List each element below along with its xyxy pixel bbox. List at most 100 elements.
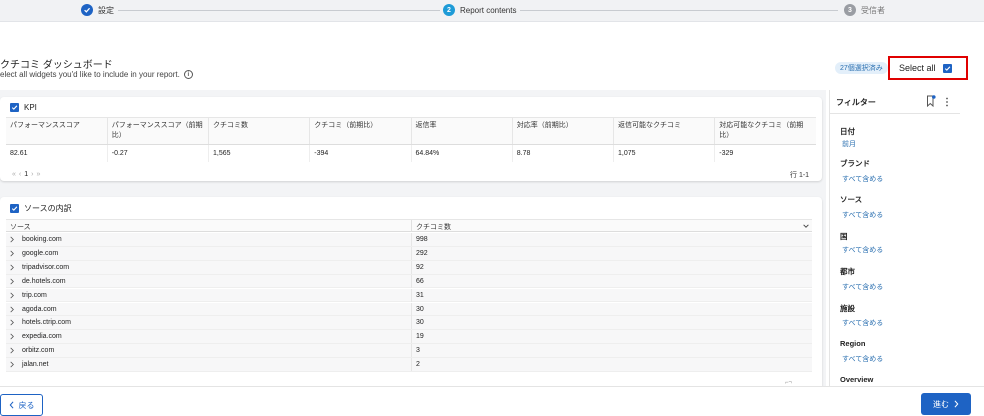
chevron-right-icon[interactable] (9, 306, 15, 313)
chevron-right-icon[interactable] (9, 278, 15, 285)
kpi-widget-header: KPI (10, 103, 37, 112)
current-page: 1 (24, 171, 29, 178)
select-all-checkbox[interactable] (942, 63, 952, 73)
source-count: 998 (416, 236, 428, 243)
chevron-right-icon[interactable] (9, 319, 15, 326)
kpi-row-count: 行 1-1 (790, 172, 810, 179)
kpi-cell: 64.84% (411, 144, 513, 162)
table-row[interactable]: de.hotels.com 66 (6, 274, 812, 289)
page-subtitle: elect all widgets you'd like to include … (0, 70, 193, 79)
source-count: 19 (416, 333, 424, 340)
kpi-column-header[interactable]: パフォーマンススコア（前期比） (107, 117, 210, 145)
next-button[interactable]: 進む (921, 393, 971, 415)
table-row[interactable]: jalan.net 2 (6, 358, 812, 372)
filter-value-date[interactable]: 前月 (842, 139, 856, 149)
kpi-column-header[interactable]: 返信率 (411, 117, 513, 145)
source-name: booking.com (22, 236, 62, 243)
filter-label-brand: ブランド (840, 159, 870, 168)
chevron-right-icon[interactable] (9, 250, 15, 257)
chevron-right-icon[interactable] (9, 347, 15, 354)
filter-panel-header: フィルター (830, 90, 960, 114)
step-label: 設定 (98, 5, 114, 15)
more-options-icon[interactable] (944, 96, 950, 108)
table-row[interactable]: google.com 292 (6, 247, 812, 261)
next-page-button[interactable]: › (31, 171, 33, 178)
kpi-column-header[interactable]: 対応可能なクチコミ（前期比） (714, 117, 816, 145)
kpi-cell: 1,075 (613, 144, 716, 162)
column-divider (411, 247, 412, 260)
kpi-column-header[interactable]: 返信可能なクチコミ (613, 117, 716, 145)
prev-page-button[interactable]: ‹ (19, 171, 21, 178)
last-page-button[interactable]: » (37, 171, 41, 178)
kpi-cell: 8.78 (512, 144, 615, 162)
kpi-cell: -0.27 (107, 144, 210, 162)
filter-value-brand[interactable]: すべて含める (842, 174, 883, 184)
step-recipients[interactable]: 3 受信者 (844, 4, 885, 16)
chevron-left-icon (9, 401, 13, 409)
step-report-contents[interactable]: 2 Report contents (443, 4, 516, 16)
filter-label-source: ソース (840, 195, 863, 204)
table-row[interactable]: tripadvisor.com 92 (6, 261, 812, 275)
filter-value-property[interactable]: すべて含める (842, 318, 883, 328)
filter-panel: フィルター 日付 前月 ブランド すべて含める ソース すべて含める 国 すべて… (829, 90, 960, 386)
chevron-right-icon[interactable] (9, 333, 15, 340)
kpi-column-header[interactable]: クチコミ数 (208, 117, 311, 145)
source-name: tripadvisor.com (22, 264, 70, 271)
filter-value-source[interactable]: すべて含める (842, 210, 883, 220)
column-divider (411, 302, 412, 316)
kpi-cell: 82.61 (6, 144, 108, 162)
back-button[interactable]: 戻る (0, 394, 43, 416)
progress-stepper: 設定 2 Report contents 3 受信者 (0, 0, 984, 22)
source-count: 30 (416, 319, 424, 326)
subtitle-text: elect all widgets you'd like to include … (0, 70, 180, 79)
info-icon[interactable]: i (183, 70, 193, 79)
table-row[interactable]: booking.com 998 (6, 233, 812, 247)
kpi-table-row: 82.61 -0.27 1,565 -394 64.84% 8.78 1,075… (6, 144, 816, 162)
step-settings[interactable]: 設定 (81, 4, 114, 16)
filter-value-region[interactable]: すべて含める (842, 354, 883, 364)
bookmark-icon[interactable] (926, 95, 936, 107)
select-all-label: Select all (899, 63, 936, 73)
select-all-toggle[interactable]: Select all (888, 56, 968, 80)
chevron-right-icon[interactable] (9, 264, 15, 271)
source-column-header[interactable]: ソース (10, 222, 31, 232)
check-circle-icon (81, 4, 93, 16)
column-divider (411, 274, 412, 288)
table-row[interactable]: agoda.com 30 (6, 302, 812, 317)
next-button-label: 進む (933, 399, 949, 409)
source-checkbox[interactable] (10, 204, 19, 213)
filter-value-country[interactable]: すべて含める (842, 245, 883, 255)
source-name: google.com (22, 250, 59, 257)
source-count: 31 (416, 291, 424, 299)
step-label: Report contents (460, 5, 517, 15)
stepper-line (520, 10, 838, 11)
column-divider (411, 330, 412, 343)
table-row[interactable]: orbitz.com 3 (6, 344, 812, 358)
chevron-right-icon[interactable] (9, 292, 15, 299)
count-column-header[interactable]: クチコミ数 (416, 222, 451, 232)
chevron-right-icon[interactable] (9, 236, 15, 243)
chevron-down-icon[interactable] (802, 222, 810, 230)
kpi-column-header[interactable]: クチコミ（前期比） (309, 117, 412, 145)
kpi-cell: -329 (719, 150, 734, 157)
kpi-column-header[interactable]: パフォーマンススコア (6, 117, 108, 145)
kpi-pagination: « ‹ 1 › » (12, 171, 40, 178)
chevron-right-icon[interactable] (9, 361, 15, 368)
table-row[interactable]: expedia.com 19 (6, 330, 812, 344)
kpi-column-header[interactable]: 対応率（前期比） (512, 117, 615, 145)
kpi-checkbox[interactable] (10, 103, 19, 112)
column-divider (411, 233, 412, 246)
step-number: 2 (443, 4, 455, 16)
step-number: 3 (844, 4, 856, 16)
column-divider (411, 220, 412, 232)
selected-count-badge: 27個選択済み (835, 62, 888, 74)
footer-bar: 戻る 進む (0, 386, 984, 416)
source-count: 30 (416, 305, 424, 313)
filter-value-city[interactable]: すべて含める (842, 282, 883, 292)
column-divider (411, 261, 412, 274)
table-row[interactable]: hotels.ctrip.com 30 (6, 316, 812, 330)
kpi-title: KPI (24, 103, 37, 112)
kpi-cell: 1,565 (208, 144, 311, 162)
table-row[interactable]: trip.com 31 (6, 288, 812, 303)
first-page-button[interactable]: « (12, 171, 16, 178)
